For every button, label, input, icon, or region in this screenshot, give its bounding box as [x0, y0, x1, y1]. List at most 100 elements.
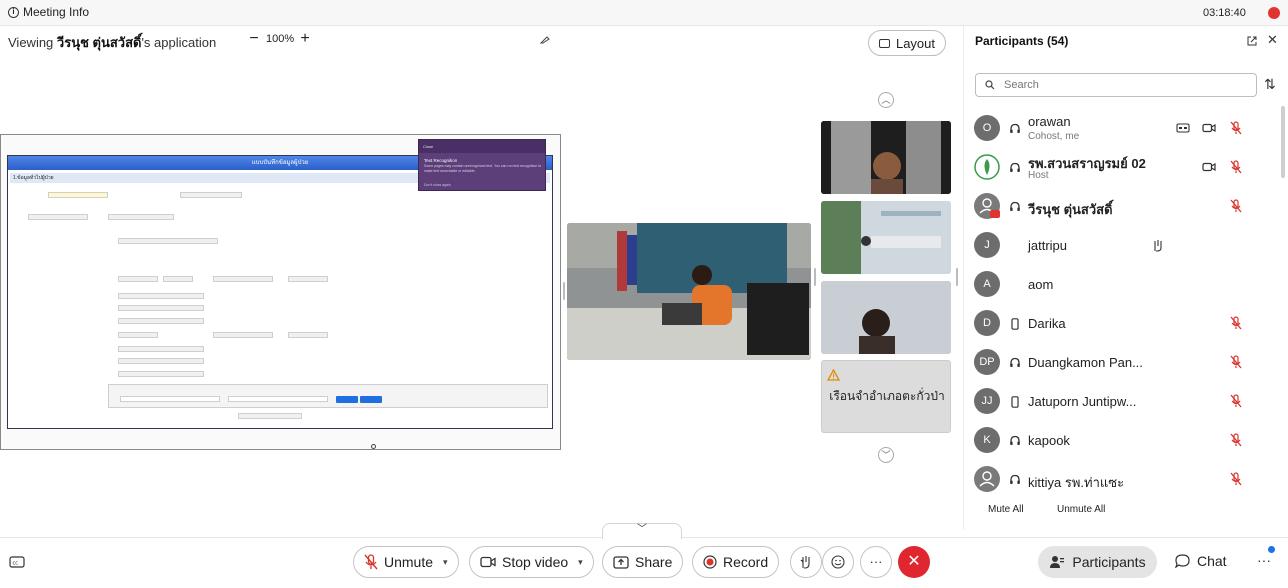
headset-icon	[1009, 161, 1021, 173]
split-divider-handle[interactable]	[814, 268, 816, 286]
popup-footer: Don't show again	[424, 183, 451, 187]
search-input[interactable]	[1004, 74, 1249, 96]
more-icon[interactable]: ···	[1257, 552, 1271, 568]
mic-off-icon[interactable]	[1229, 355, 1243, 369]
form-field	[118, 276, 158, 282]
camera-icon[interactable]	[1202, 121, 1216, 135]
more-options-button[interactable]: ···	[860, 546, 892, 578]
form-field	[118, 346, 204, 352]
unmute-button[interactable]: Unmute ▾	[353, 546, 459, 578]
mic-off-icon[interactable]	[1229, 316, 1243, 330]
camera-icon[interactable]	[1202, 160, 1216, 174]
participant-row[interactable]: รพ.สวนสราญรมย์ 02 Host	[964, 149, 1276, 185]
headset-icon	[1009, 356, 1021, 368]
split-divider-handle[interactable]	[563, 282, 565, 300]
reactions-button[interactable]	[822, 546, 854, 578]
form-field	[163, 276, 193, 282]
video-feed	[821, 281, 951, 354]
mic-off-icon[interactable]	[1229, 472, 1243, 486]
meeting-info-button[interactable]: i Meeting Info	[8, 5, 89, 19]
form-button	[360, 396, 382, 403]
stop-video-button[interactable]: Stop video ▾	[469, 546, 594, 578]
form-field	[118, 318, 204, 324]
raise-hand-button[interactable]	[790, 546, 822, 578]
record-button[interactable]: Record	[692, 546, 780, 578]
mic-off-icon[interactable]	[1229, 121, 1243, 135]
camera-icon	[480, 556, 496, 568]
popout-icon[interactable]	[1247, 36, 1257, 46]
phone-icon	[1009, 317, 1021, 330]
raise-hand-icon[interactable]	[1151, 238, 1165, 252]
form-field	[120, 396, 220, 402]
participant-row[interactable]: Kkapook	[964, 422, 1276, 458]
participant-row[interactable]: kittiya รพ.ท่าแซะ	[964, 461, 1276, 497]
avatar: J	[974, 232, 1000, 258]
form-field	[213, 276, 273, 282]
zoom-level: 100%	[266, 33, 295, 45]
participant-row[interactable]: Jjattripu	[964, 227, 1276, 263]
participant-row[interactable]: D Darika	[964, 305, 1276, 341]
mic-off-icon[interactable]	[1229, 394, 1243, 408]
participant-tile-name: เรือนจำอำเภอตะกั่วป่า	[829, 389, 945, 403]
unmute-all-button[interactable]: Unmute All	[1057, 504, 1105, 515]
form-button	[336, 396, 358, 403]
participant-name: jattripu	[1028, 238, 1068, 253]
video-tile-main[interactable]	[567, 223, 811, 360]
chevron-down-icon[interactable]: ▾	[578, 557, 583, 568]
participants-toggle-button[interactable]: Participants	[1038, 546, 1157, 578]
mic-off-icon[interactable]	[1229, 199, 1243, 213]
avatar: D	[974, 310, 1000, 336]
participant-search[interactable]	[975, 73, 1257, 97]
chevron-down-icon[interactable]: ▾	[443, 557, 448, 568]
video-tile-participant[interactable]	[821, 201, 951, 274]
chevron-down-icon[interactable]: ﹀	[878, 447, 894, 463]
stop-video-label: Stop video	[502, 554, 569, 570]
chat-icon	[1175, 554, 1190, 568]
layout-label: Layout	[895, 35, 936, 51]
shared-screen[interactable]: แบบบันทึกข้อมูลผู้ป่วย 1.ข้อมูลทั่วไปผู้…	[0, 134, 561, 450]
captions-icon[interactable]: cc	[9, 556, 25, 568]
zoom-in-button[interactable]: +	[299, 30, 311, 48]
panel-scrollbar[interactable]	[1281, 106, 1285, 178]
mic-off-icon[interactable]	[1229, 160, 1243, 174]
video-tile-participant[interactable]	[821, 281, 951, 354]
layout-button[interactable]: Layout	[868, 30, 946, 56]
cc-icon[interactable]	[1176, 121, 1190, 135]
form-field	[238, 413, 302, 419]
participant-row[interactable]: JJ Jatuporn Juntipw...	[964, 383, 1276, 419]
close-icon[interactable]: ✕	[1267, 32, 1278, 48]
video-tile-participant[interactable]	[821, 121, 951, 194]
form-field	[213, 332, 273, 338]
sort-icon[interactable]: ⇅	[1264, 76, 1276, 93]
participant-name: Jatuporn Juntipw...	[1028, 394, 1137, 409]
form-field	[28, 214, 88, 220]
participant-row[interactable]: Oorawan Cohost, me	[964, 110, 1276, 146]
chevron-up-icon[interactable]: ︿	[878, 92, 894, 108]
popup-title: Text Recognition	[424, 158, 458, 163]
participant-name: Darika	[1028, 316, 1066, 331]
chat-button[interactable]: Chat	[1175, 553, 1227, 569]
zoom-out-button[interactable]: −	[248, 30, 260, 48]
headset-icon	[1009, 122, 1021, 134]
participant-row[interactable]: Aaom	[964, 266, 1276, 302]
form-field	[118, 358, 204, 364]
mute-all-button[interactable]: Mute All	[988, 504, 1024, 515]
collapse-controls-button[interactable]: ﹀	[602, 523, 682, 539]
participants-title: Participants (54)	[975, 34, 1069, 48]
form-field	[118, 238, 218, 244]
end-meeting-button[interactable]: ✕	[898, 546, 930, 578]
title-bar	[0, 0, 1288, 26]
video-tile-no-video[interactable]: เรือนจำอำเภอตะกั่วป่า	[821, 360, 951, 433]
phone-icon	[1009, 395, 1021, 408]
resize-handle-icon[interactable]	[371, 444, 376, 449]
mic-off-icon[interactable]	[1229, 433, 1243, 447]
notification-dot	[1268, 546, 1275, 553]
participant-row[interactable]: วีรนุช ตุ่นสวัสดิ์	[964, 188, 1276, 224]
share-button[interactable]: Share	[602, 546, 684, 578]
participant-name: aom	[1028, 277, 1054, 292]
split-divider-handle[interactable]	[956, 268, 958, 286]
raise-hand-icon	[800, 556, 810, 569]
annotate-icon[interactable]	[540, 34, 550, 44]
record-icon	[703, 555, 717, 569]
participant-row[interactable]: DP Duangkamon Pan...	[964, 344, 1276, 380]
